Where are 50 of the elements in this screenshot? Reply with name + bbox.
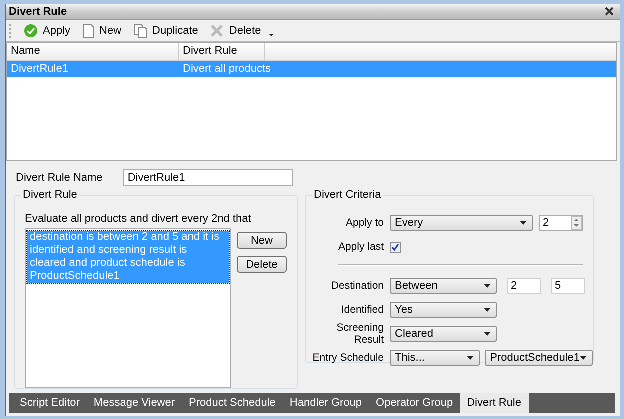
tab[interactable]: Operator Group bbox=[369, 393, 460, 413]
input-field[interactable]: 5 bbox=[551, 278, 585, 294]
field-label: Identified bbox=[340, 304, 384, 316]
rule-summary: Evaluate all products and divert every 2nd that bbox=[25, 213, 252, 225]
caret-icon bbox=[520, 221, 527, 225]
field-label: Destination bbox=[330, 280, 384, 292]
dropdown[interactable]: ProductSchedule1 bbox=[485, 350, 593, 366]
panel-title: Divert Rule bbox=[9, 6, 68, 18]
rule-button[interactable]: New bbox=[237, 232, 287, 249]
input-field[interactable]: 2 bbox=[507, 278, 541, 294]
document-icon bbox=[82, 24, 95, 38]
checkmark-icon bbox=[24, 24, 38, 38]
tab[interactable]: Divert Rule bbox=[460, 393, 528, 413]
caret-icon bbox=[467, 356, 474, 360]
table-cell-text: DivertRule1 bbox=[10, 63, 70, 75]
tab[interactable]: Script Editor bbox=[13, 393, 87, 413]
caret-icon bbox=[484, 308, 491, 312]
toolbar-button[interactable]: New bbox=[78, 21, 127, 40]
caret-icon bbox=[580, 356, 587, 360]
field-label: Apply to bbox=[345, 217, 384, 229]
spin-field[interactable]: 2 bbox=[539, 215, 583, 231]
caret-icon bbox=[484, 284, 491, 288]
column-header[interactable]: Divert Rule bbox=[179, 43, 265, 60]
copy-icon bbox=[134, 24, 148, 38]
dropdown[interactable]: Between bbox=[390, 278, 497, 294]
group-title: Divert Criteria bbox=[312, 189, 384, 201]
toolbar-button[interactable]: Duplicate bbox=[128, 21, 204, 40]
rule-button[interactable]: Delete bbox=[237, 256, 287, 273]
column-header[interactable]: Name bbox=[7, 43, 179, 60]
toolbar-button[interactable]: Delete bbox=[205, 21, 266, 40]
delete-icon bbox=[210, 24, 224, 38]
field-label: Divert Rule Name bbox=[16, 172, 103, 184]
close-icon[interactable] bbox=[605, 7, 614, 16]
dropdown[interactable]: This... bbox=[390, 350, 480, 366]
tab[interactable]: Message Viewer bbox=[86, 393, 182, 413]
dropdown[interactable]: Cleared bbox=[390, 326, 497, 342]
input-field[interactable]: DivertRule1 bbox=[122, 169, 293, 186]
toolbar-button[interactable]: Apply bbox=[19, 21, 76, 40]
field-label: Entry Schedule bbox=[312, 352, 384, 364]
spinner-arrows-icon bbox=[571, 216, 582, 230]
field-label: Apply last bbox=[337, 241, 384, 253]
dropdown[interactable]: Every bbox=[390, 215, 533, 231]
field-label: Screening Result bbox=[336, 322, 384, 346]
caret-icon bbox=[484, 332, 491, 336]
group-title: Divert Rule bbox=[21, 189, 80, 201]
dropdown[interactable]: Yes bbox=[390, 302, 497, 318]
table-cell-text: Divert all products bbox=[182, 63, 272, 75]
tab[interactable]: Product Schedule bbox=[182, 393, 283, 413]
tab[interactable]: Handler Group bbox=[282, 393, 370, 413]
checkbox[interactable] bbox=[390, 242, 401, 252]
